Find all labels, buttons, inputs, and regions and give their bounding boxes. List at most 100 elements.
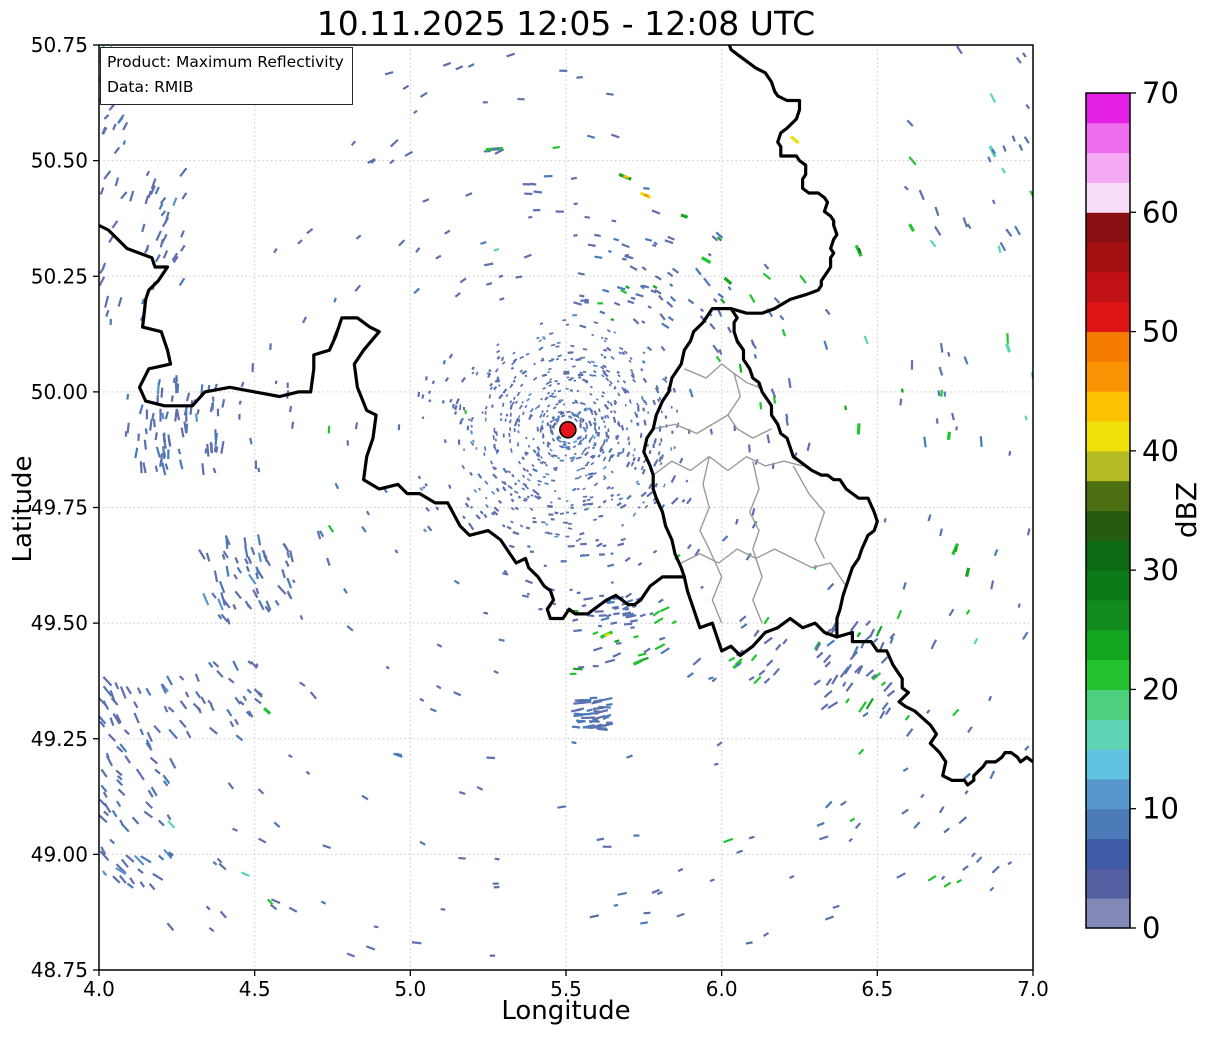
echo-dash [492, 435, 495, 440]
echo-dash [472, 439, 475, 443]
echo-dash [103, 114, 110, 120]
echo-dash [258, 599, 265, 611]
colorbar-band [1086, 242, 1130, 273]
echo-dash [608, 447, 613, 454]
echo-dash [709, 878, 715, 883]
echo-dash [212, 467, 217, 474]
echo-dash [471, 371, 475, 375]
echo-dash [632, 512, 637, 517]
echo-dash [533, 190, 543, 194]
echo-dash [592, 369, 597, 374]
echo-dash [419, 91, 428, 98]
echo-dash [1007, 861, 1013, 866]
product-info-line2: Data: RMIB [107, 78, 194, 97]
echo-dash [143, 810, 154, 819]
echo-dash [789, 874, 795, 879]
echo-dash [626, 754, 633, 759]
echo-dash [579, 442, 583, 446]
echo-dash [467, 63, 475, 68]
colorbar-band [1086, 570, 1130, 601]
echo-dash [550, 343, 556, 347]
echo-dash [512, 358, 518, 363]
echo-dash [940, 389, 944, 397]
echo-dash [221, 553, 226, 560]
echo-dash [354, 284, 362, 293]
echo-dash [649, 612, 654, 616]
echo-dash [624, 622, 633, 626]
echo-dash [601, 450, 605, 455]
echo-dash [102, 676, 113, 687]
echo-dash [621, 243, 630, 249]
echo-dash [570, 506, 575, 510]
colorbar-band [1086, 271, 1130, 303]
echo-dash [646, 443, 649, 447]
admin-border-path [749, 461, 760, 550]
echo-dash [609, 410, 613, 414]
echo-dash [605, 377, 610, 382]
echo-dash [740, 623, 748, 630]
echo-dash [621, 523, 625, 527]
echo-dash [595, 398, 599, 401]
echo-dash [611, 133, 620, 139]
echo-dash [593, 482, 599, 487]
echo-dash [136, 687, 142, 695]
echo-dash [201, 463, 205, 476]
echo-dash [216, 669, 224, 678]
echo-dash [579, 475, 582, 478]
echo-dash [111, 220, 119, 229]
echo-dash [144, 428, 148, 435]
echo-dash [602, 288, 609, 293]
echo-dash [640, 465, 645, 471]
echo-dash [1023, 136, 1030, 144]
colorbar-tick-label: 30 [1142, 553, 1179, 587]
echo-dash [557, 354, 562, 358]
echo-dash [145, 170, 151, 177]
echo-dash [589, 373, 594, 377]
echo-dash [647, 305, 652, 309]
echo-dash [496, 355, 501, 360]
echo-dash [123, 729, 130, 736]
echo-dash [580, 452, 584, 456]
echo-dash [548, 384, 552, 387]
echo-dash [255, 663, 259, 668]
echo-dash [593, 410, 598, 416]
echo-dash [493, 247, 500, 252]
echo-dash [590, 434, 594, 439]
echo-dash [502, 572, 509, 576]
echo-dash [590, 461, 595, 466]
echo-dash [989, 770, 996, 780]
echo-dash [715, 355, 722, 363]
echo-dash [537, 479, 542, 483]
echo-dash [669, 283, 674, 288]
echo-dash [903, 185, 909, 191]
echo-dash [419, 840, 426, 846]
echo-dash [119, 686, 127, 699]
echo-dash [552, 438, 555, 442]
echo-dash [519, 524, 524, 528]
echo-dash [582, 503, 587, 507]
echo-dash [398, 239, 406, 247]
echo-dash [581, 378, 589, 383]
echo-dash [611, 219, 617, 223]
echo-dash [863, 335, 869, 345]
echo-dash [613, 402, 617, 406]
echo-dash [493, 386, 498, 391]
echo-dash [622, 447, 625, 451]
echo-dash [625, 285, 630, 290]
echo-dash [582, 499, 587, 503]
echo-dash [350, 140, 357, 146]
echo-dash [653, 460, 658, 467]
echo-dash [546, 441, 551, 446]
echo-dash [100, 768, 108, 778]
echo-dash [147, 789, 154, 798]
echo-dash [579, 324, 587, 329]
echo-dash [542, 475, 546, 479]
colorbar-band [1086, 719, 1130, 750]
admin-border-path [652, 455, 803, 476]
echo-dash [494, 368, 499, 373]
echo-dash [918, 189, 925, 201]
echo-dash [842, 681, 847, 687]
echo-dash [979, 436, 983, 448]
echo-dash [458, 407, 462, 411]
echo-dash [581, 716, 595, 720]
